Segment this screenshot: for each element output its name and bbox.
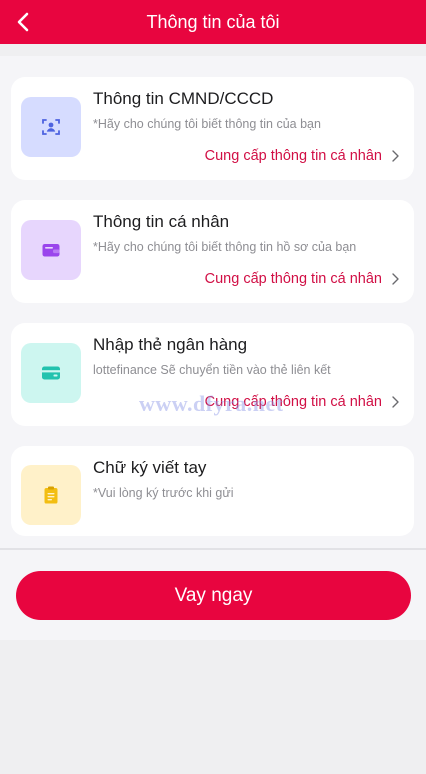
icon-tile — [21, 465, 81, 525]
link-label: Cung cấp thông tin cá nhân — [204, 271, 382, 287]
card-id-info[interactable]: Thông tin CMND/CCCD *Hãy cho chúng tôi b… — [11, 77, 414, 180]
provide-info-link[interactable]: Cung cấp thông tin cá nhân — [205, 146, 402, 166]
provide-info-link[interactable]: Cung cấp thông tin cá nhân — [205, 269, 402, 289]
chevron-right-icon — [392, 273, 399, 285]
icon-tile — [21, 343, 81, 403]
card-title: Thông tin cá nhân — [93, 212, 230, 231]
link-label: Cung cấp thông tin cá nhân — [204, 148, 382, 164]
wallet-icon — [42, 244, 60, 257]
card-title: Thông tin CMND/CCCD — [93, 89, 274, 108]
card-description: *Hãy cho chúng tôi biết thông tin hồ sơ … — [93, 240, 357, 254]
icon-tile — [21, 97, 81, 157]
divider — [0, 548, 426, 550]
page-title: Thông tin của tôi — [146, 12, 280, 32]
bottom-area — [0, 640, 426, 774]
top-app-bar: Thông tin của tôi — [0, 0, 426, 44]
icon-tile — [21, 220, 81, 280]
bank-card-icon — [42, 366, 60, 380]
apply-now-button[interactable]: Vay ngay — [16, 571, 411, 620]
card-personal-info[interactable]: Thông tin cá nhân *Hãy cho chúng tôi biế… — [11, 200, 414, 303]
card-title: Nhập thẻ ngân hàng — [93, 335, 248, 354]
clipboard-icon — [44, 486, 58, 504]
watermark: www.dfyra.net — [139, 391, 284, 416]
card-signature[interactable]: Chữ ký viết tay *Vui lòng ký trước khi g… — [11, 446, 414, 536]
chevron-right-icon — [392, 396, 399, 408]
card-description: *Vui lòng ký trước khi gửi — [93, 486, 234, 500]
content-area: Thông tin CMND/CCCD *Hãy cho chúng tôi b… — [0, 56, 426, 640]
chevron-right-icon — [392, 150, 399, 162]
card-description: *Hãy cho chúng tôi biết thông tin của bạ… — [93, 117, 321, 131]
id-scan-icon — [42, 119, 60, 135]
card-description: lottefinance Sẽ chuyển tiền vào thẻ liên… — [93, 363, 331, 377]
card-title: Chữ ký viết tay — [93, 458, 207, 477]
